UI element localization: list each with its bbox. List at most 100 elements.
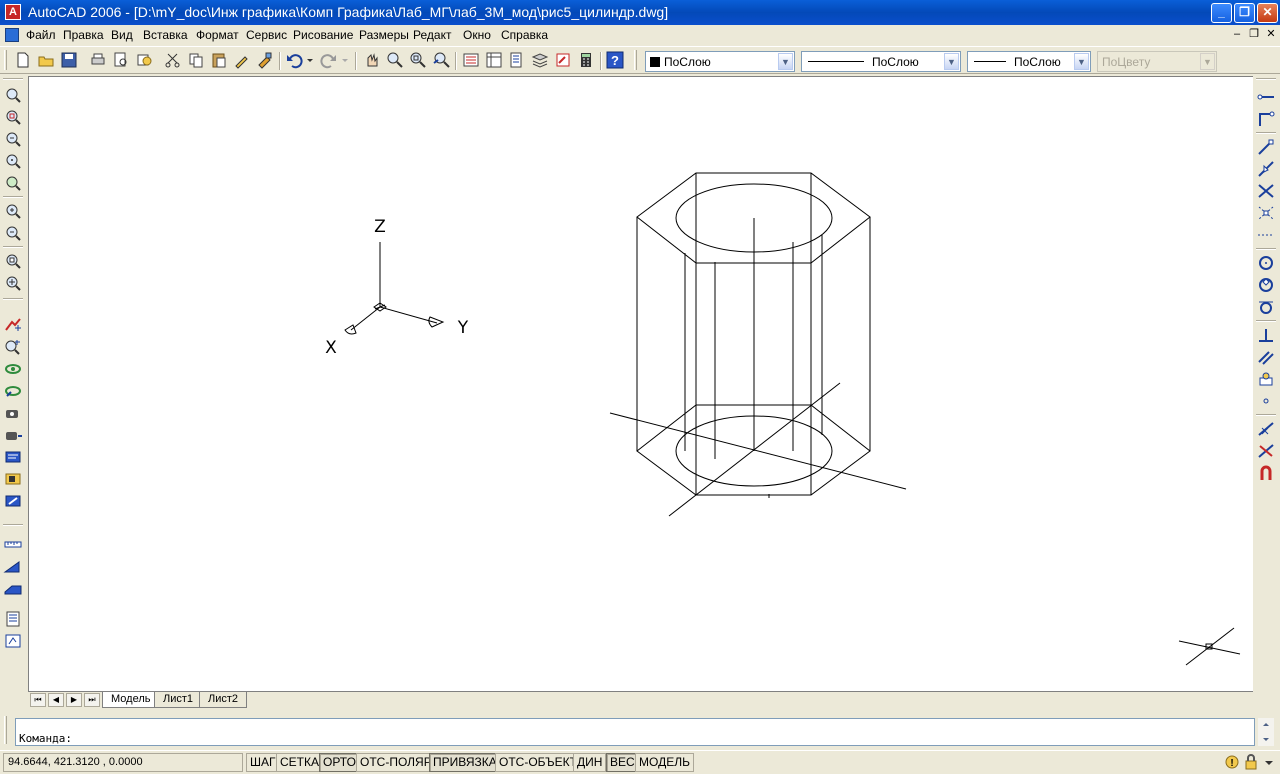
status-menu-arrow-icon[interactable] [1262,754,1276,770]
snap-perpendicular-icon[interactable] [1256,326,1276,344]
toolbar-grip[interactable] [634,50,637,70]
zoom-scale-icon[interactable] [3,130,23,148]
3d-continuous-orbit-icon[interactable] [3,382,23,400]
maximize-button[interactable]: ❐ [1234,3,1255,23]
menu-edit[interactable]: Правка [63,28,104,42]
otrack-toggle[interactable]: ОТС-ОБЪЕКТ [495,753,581,772]
menu-format[interactable]: Формат [196,28,239,42]
massprop-icon[interactable] [3,580,23,598]
prev-tab-button[interactable]: ◀ [48,693,64,707]
zoom-in-icon[interactable] [3,202,23,220]
designcenter-icon[interactable] [485,51,503,69]
menu-tools[interactable]: Сервис [246,28,287,42]
coordinates-readout[interactable]: 94.6644, 421.3120 , 0.0000 [3,753,243,772]
lineweight-combo-arrow[interactable]: ▼ [1074,53,1089,70]
dyn-toggle[interactable]: ДИН [573,753,607,772]
snap-intersection-icon[interactable] [1256,182,1276,200]
snap-nearest-icon[interactable] [1256,420,1276,438]
snap-node-icon[interactable] [1256,392,1276,410]
tab-layout1[interactable]: Лист1 [154,692,203,708]
undo-icon[interactable] [285,51,303,69]
snap-toggle[interactable]: ШАГ [246,753,280,772]
zoom-previous-icon[interactable] [432,51,450,69]
3d-pan-icon[interactable] [3,316,23,334]
menu-help[interactable]: Справка [501,28,548,42]
3d-front-clip-icon[interactable] [3,470,23,488]
3d-swivel-icon[interactable] [3,404,23,422]
sheetset-icon[interactable] [531,51,549,69]
menu-insert[interactable]: Вставка [143,28,188,42]
color-combo-arrow[interactable]: ▼ [778,53,793,70]
snap-from-icon[interactable] [1256,110,1276,128]
menu-file[interactable]: Файл [26,28,56,42]
zoom-out-icon[interactable] [3,224,23,242]
menu-draw[interactable]: Рисование [293,28,353,42]
open-icon[interactable] [37,51,55,69]
last-tab-button[interactable]: ⏭ [84,693,100,707]
tab-model[interactable]: Модель [102,692,160,708]
copy-icon[interactable] [187,51,205,69]
zoom-window-icon[interactable] [409,51,427,69]
temp-track-icon[interactable] [1256,88,1276,106]
snap-parallel-icon[interactable] [1256,348,1276,366]
first-tab-button[interactable]: ⏮ [30,693,46,707]
autocad-app-icon[interactable]: A [5,4,21,20]
blockeditor-icon[interactable] [256,51,274,69]
3d-back-clip-icon[interactable] [3,492,23,510]
lineweight-toggle[interactable]: ВЕС [606,753,639,772]
minimize-button[interactable]: _ [1211,3,1232,23]
zoom-center-icon[interactable] [3,152,23,170]
osnap-toggle[interactable]: ПРИВЯЗКА [429,753,501,772]
communication-center-icon[interactable]: ! [1224,754,1240,770]
snap-center-icon[interactable] [1256,254,1276,272]
cut-icon[interactable] [164,51,182,69]
color-combo[interactable]: ПоСлою ▼ [645,51,795,72]
snap-endpoint-icon[interactable] [1256,138,1276,156]
zoom-realtime-icon[interactable] [386,51,404,69]
redo-dropdown-icon[interactable] [340,51,350,69]
toolbar-grip[interactable] [4,50,7,70]
doc-close-button[interactable]: ✕ [1263,28,1279,42]
redo-icon[interactable] [320,51,338,69]
snap-extension-icon[interactable] [1256,226,1276,244]
zoom-extents-icon[interactable] [3,274,23,292]
command-scrollbar[interactable] [1258,718,1274,746]
command-line-grip[interactable] [4,716,7,744]
3d-distance-icon[interactable] [3,426,23,444]
linetype-combo[interactable]: ПоСлою ▼ [801,51,961,72]
snap-tangent-icon[interactable] [1256,298,1276,316]
command-line[interactable]: Команда: [15,718,1255,746]
polar-toggle[interactable]: ОТС-ПОЛЯР [356,753,436,772]
3d-zoom-icon[interactable] [3,338,23,356]
publish-icon[interactable] [135,51,153,69]
3d-orbit-icon[interactable] [3,360,23,378]
zoom-all-icon[interactable] [3,252,23,270]
zoom-object-icon[interactable] [3,174,23,192]
preview-icon[interactable] [112,51,130,69]
ortho-toggle[interactable]: ОРТО [319,753,360,772]
toolpalettes-icon[interactable] [508,51,526,69]
doc-restore-button[interactable]: ❐ [1246,28,1262,42]
save-icon[interactable] [60,51,78,69]
properties-icon[interactable] [462,51,480,69]
snap-none-icon[interactable] [1256,442,1276,460]
close-button[interactable]: ✕ [1257,3,1278,23]
undo-dropdown-icon[interactable] [305,51,315,69]
zoom-dynamic-icon[interactable] [3,108,23,126]
area-icon[interactable] [3,558,23,576]
matchprop-icon[interactable] [233,51,251,69]
pan-icon[interactable] [363,51,381,69]
snap-apparent-intersection-icon[interactable] [1256,204,1276,222]
snap-insert-icon[interactable] [1256,370,1276,388]
grid-toggle[interactable]: СЕТКА [276,753,323,772]
next-tab-button[interactable]: ▶ [66,693,82,707]
osnap-settings-icon[interactable] [1256,464,1276,482]
3d-clip-icon[interactable] [3,448,23,466]
snap-midpoint-icon[interactable] [1256,160,1276,178]
menu-dimension[interactable]: Размеры [359,28,409,42]
doc-minimize-button[interactable]: – [1229,28,1245,42]
toolbar-lock-icon[interactable] [1243,754,1259,770]
calculator-icon[interactable] [577,51,595,69]
toolbar-grip[interactable] [3,78,23,80]
menu-modify[interactable]: Редакт [413,28,451,42]
